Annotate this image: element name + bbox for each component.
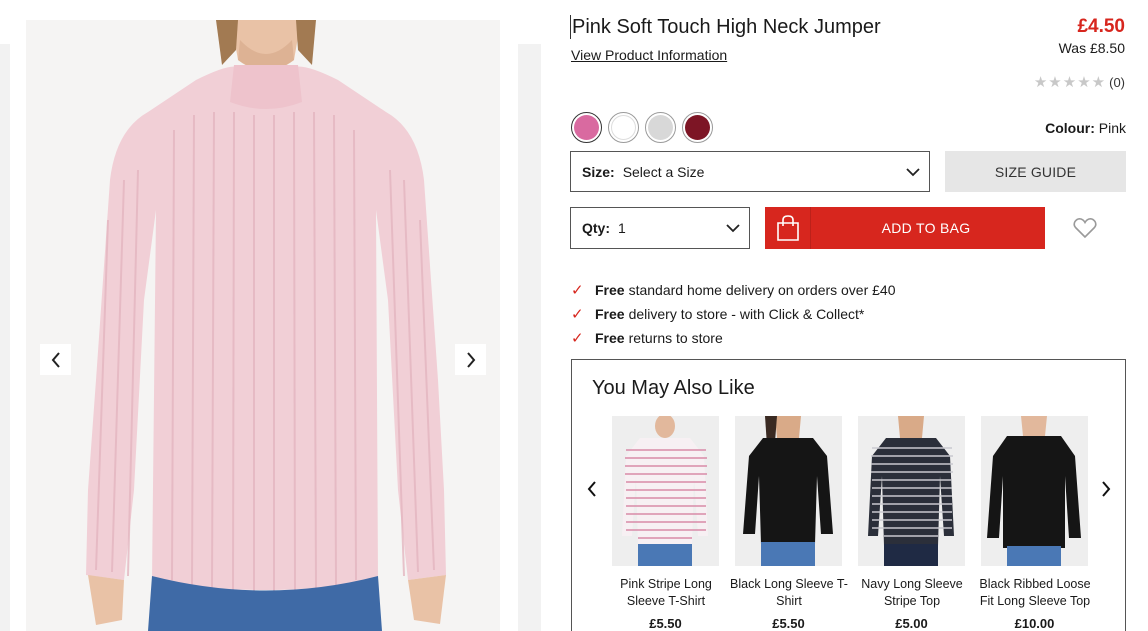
delivery-benefits: ✓ Free standard home delivery on orders … xyxy=(571,278,896,350)
reco-product-price: £10.00 xyxy=(1014,616,1055,631)
reco-next-button[interactable] xyxy=(1098,479,1114,499)
reco-product-name[interactable]: Navy Long Sleeve Stripe Top xyxy=(853,576,971,610)
benefit-bold: Free xyxy=(595,282,625,298)
star-icon: ★ xyxy=(1048,74,1062,91)
view-product-information-link[interactable]: View Product Information xyxy=(571,47,727,63)
star-icon: ★ xyxy=(1077,74,1091,91)
was-price: Was £8.50 xyxy=(1058,40,1125,56)
swatch-burgundy[interactable] xyxy=(682,112,713,143)
chevron-down-icon xyxy=(726,224,740,233)
size-label: Size: xyxy=(582,163,615,180)
benefit-item: ✓ Free standard home delivery on orders … xyxy=(571,278,896,302)
reco-product-price: £5.50 xyxy=(772,616,805,631)
gallery-prev-button[interactable] xyxy=(40,344,71,375)
product-rating[interactable]: ★ ★ ★ ★ ★ (0) xyxy=(1034,75,1125,90)
quantity-select[interactable]: Qty: 1 xyxy=(570,207,750,249)
qty-label: Qty: xyxy=(582,220,610,236)
benefit-bold: Free xyxy=(595,330,625,346)
add-to-bag-label: ADD TO BAG xyxy=(881,220,971,236)
chevron-left-icon xyxy=(587,481,596,497)
shopping-bag-icon xyxy=(765,207,811,249)
benefit-item: ✓ Free returns to store xyxy=(571,326,896,350)
rating-count: (0) xyxy=(1109,75,1125,90)
size-guide-button[interactable]: SIZE GUIDE xyxy=(945,151,1126,192)
product-title: Pink Soft Touch High Neck Jumper xyxy=(570,15,881,39)
gallery-next-button[interactable] xyxy=(455,344,486,375)
reco-tile[interactable]: Black Ribbed Loose Fit Long Sleeve Top £… xyxy=(979,416,1091,631)
swatch-white[interactable] xyxy=(608,112,639,143)
reco-tile[interactable]: Black Long Sleeve T-Shirt £5.50 xyxy=(730,416,848,631)
size-select[interactable]: Size: Select a Size xyxy=(570,151,930,192)
reco-product-price: £5.00 xyxy=(895,616,928,631)
product-image-gallery xyxy=(0,0,541,631)
chevron-left-icon xyxy=(51,351,60,368)
selected-colour: Colour: Pink xyxy=(1045,120,1126,136)
reco-product-price: £5.50 xyxy=(649,616,682,631)
swatch-grey[interactable] xyxy=(645,112,676,143)
pink-jumper-photo xyxy=(26,20,500,631)
product-price: £4.50 xyxy=(1077,16,1125,37)
product-main-image[interactable] xyxy=(26,20,500,631)
size-value: Select a Size xyxy=(622,163,705,180)
reco-product-image[interactable] xyxy=(858,416,965,566)
star-icon: ★ xyxy=(1033,74,1048,91)
heart-icon[interactable] xyxy=(1073,217,1097,239)
chevron-right-icon xyxy=(1102,481,1111,497)
chevron-down-icon xyxy=(906,167,920,176)
reco-tile[interactable]: Pink Stripe Long Sleeve T-Shirt £5.50 xyxy=(612,416,719,631)
colour-swatches xyxy=(571,112,713,143)
reco-product-image[interactable] xyxy=(981,416,1088,566)
chevron-right-icon xyxy=(466,351,475,368)
reco-product-name[interactable]: Black Long Sleeve T-Shirt xyxy=(730,576,848,610)
benefit-text: delivery to store - with Click & Collect… xyxy=(628,306,865,322)
gallery-next-image-peek xyxy=(518,44,541,631)
reco-prev-button[interactable] xyxy=(584,479,600,499)
colour-label: Colour: xyxy=(1045,120,1095,136)
add-to-bag-button[interactable]: ADD TO BAG xyxy=(765,207,1045,249)
star-icon: ★ xyxy=(1091,74,1106,91)
colour-value: Pink xyxy=(1098,120,1126,136)
benefit-text: returns to store xyxy=(628,330,723,346)
reco-tile[interactable]: Navy Long Sleeve Stripe Top £5.00 xyxy=(858,416,965,631)
reco-product-name[interactable]: Black Ribbed Loose Fit Long Sleeve Top xyxy=(976,576,1094,610)
qty-value: 1 xyxy=(618,220,626,236)
gallery-prev-image-peek xyxy=(0,44,10,631)
reco-product-image[interactable] xyxy=(735,416,842,566)
benefit-item: ✓ Free delivery to store - with Click & … xyxy=(571,302,896,326)
reco-product-name[interactable]: Pink Stripe Long Sleeve T-Shirt xyxy=(607,576,725,610)
star-icon: ★ xyxy=(1062,74,1077,91)
reco-tiles: Pink Stripe Long Sleeve T-Shirt £5.50 Bl… xyxy=(612,416,1091,631)
swatch-pink[interactable] xyxy=(571,112,602,143)
reco-product-image[interactable] xyxy=(612,416,719,566)
reco-title: You May Also Like xyxy=(592,377,755,399)
checkmark-icon: ✓ xyxy=(571,330,584,347)
benefit-bold: Free xyxy=(595,306,625,322)
checkmark-icon: ✓ xyxy=(571,282,584,299)
checkmark-icon: ✓ xyxy=(571,306,584,323)
you-may-also-like-panel: You May Also Like Pink Stripe Long Sleev… xyxy=(571,359,1126,631)
benefit-text: standard home delivery on orders over £4… xyxy=(628,282,896,298)
